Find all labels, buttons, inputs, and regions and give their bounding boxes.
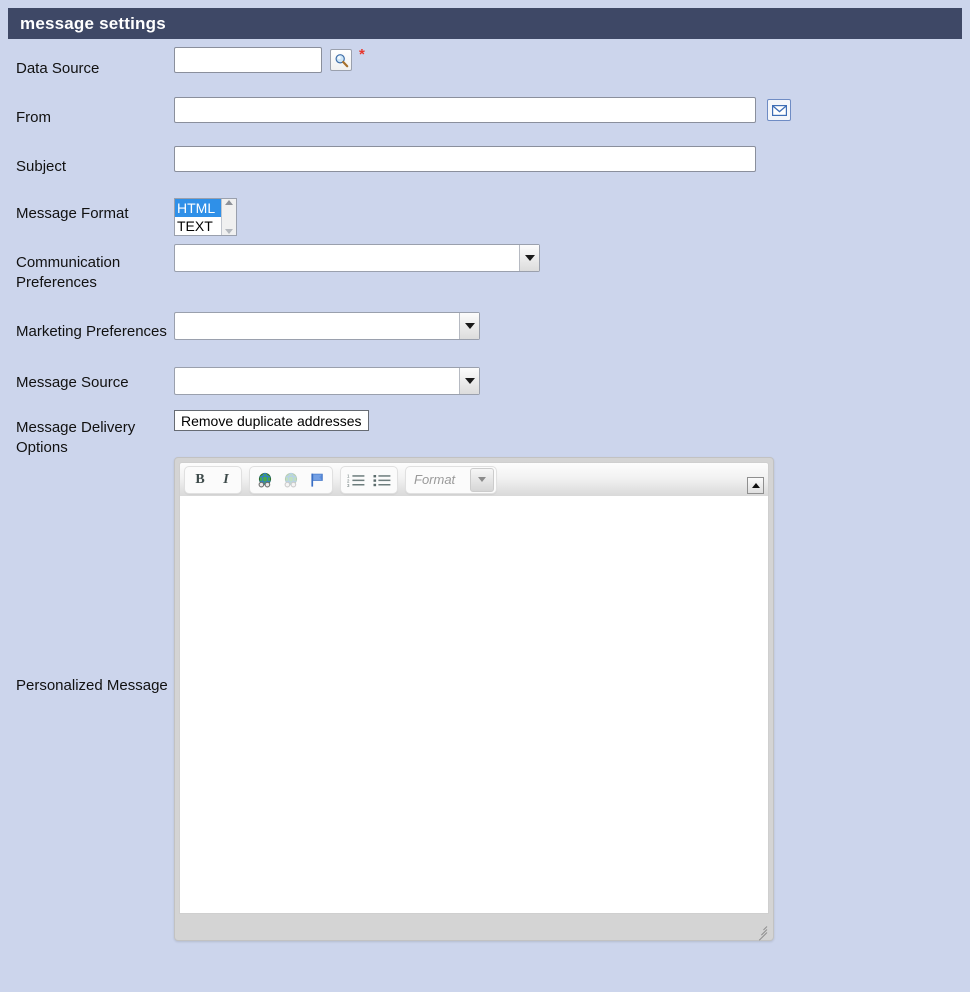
envelope-icon (771, 104, 787, 116)
message-source-value (175, 368, 459, 394)
label-subject: Subject (16, 158, 67, 175)
numbered-list-button[interactable]: 1 2 3 (343, 468, 369, 492)
label-marketing-preferences: Marketing Preferences (16, 323, 167, 340)
from-address-book-button[interactable] (767, 99, 791, 121)
bulleted-list-icon (373, 474, 391, 486)
toolbar-group-links (249, 465, 333, 494)
field-personalized-message: B I 1 2 3 Format (174, 457, 970, 941)
label-message-delivery-options: Message Delivery Options (16, 419, 136, 456)
message-format-listbox[interactable]: HTML TEXT (174, 198, 237, 236)
numbered-list-icon: 1 2 3 (347, 473, 365, 487)
editor-footer (179, 914, 769, 941)
message-format-options: HTML TEXT (175, 199, 221, 235)
rich-text-editor: B I 1 2 3 Format (174, 457, 774, 941)
globe-link-icon (258, 472, 272, 487)
data-source-search-button[interactable] (330, 49, 352, 71)
field-marketing-preferences (174, 312, 970, 340)
chevron-down-icon[interactable] (459, 313, 479, 339)
toolbar-group-lists: 1 2 3 (340, 465, 398, 494)
field-message-source (174, 367, 970, 395)
chevron-down-icon[interactable] (459, 368, 479, 394)
remove-duplicate-addresses-option[interactable]: Remove duplicate addresses (174, 410, 369, 431)
field-communication-preferences (174, 244, 970, 272)
format-dropdown[interactable]: Format (405, 465, 497, 494)
flag-anchor-icon (311, 473, 323, 487)
message-format-option-html[interactable]: HTML (175, 199, 221, 217)
from-input[interactable] (174, 97, 756, 123)
scroll-up-icon[interactable] (225, 200, 233, 205)
marketing-preferences-select[interactable] (174, 312, 480, 340)
search-icon (334, 53, 348, 67)
form-row-communication-preferences: Communication Preferences (0, 244, 970, 312)
form-row-subject: Subject (0, 146, 970, 198)
label-from: From (16, 109, 51, 126)
field-message-delivery-options: Remove duplicate addresses (174, 410, 970, 431)
marketing-preferences-value (175, 313, 459, 339)
globe-unlink-icon (284, 472, 298, 487)
svg-text:3: 3 (347, 483, 350, 487)
insert-anchor-button[interactable] (304, 468, 330, 492)
message-format-scrollbar[interactable] (221, 199, 236, 235)
subject-input[interactable] (174, 146, 756, 172)
form-row-from: From (0, 97, 970, 146)
bold-button[interactable]: B (187, 468, 213, 492)
bulleted-list-button[interactable] (369, 468, 395, 492)
form-row-data-source: Data Source * (0, 47, 970, 97)
label-message-format: Message Format (16, 205, 129, 222)
data-source-input[interactable] (174, 47, 322, 73)
scroll-up-icon (751, 483, 760, 488)
label-personalized-message: Personalized Message (16, 677, 168, 694)
field-message-format: HTML TEXT (174, 198, 970, 236)
remove-link-button[interactable] (278, 468, 304, 492)
chevron-down-icon[interactable] (470, 467, 494, 492)
form-row-message-format: Message Format HTML TEXT (0, 198, 970, 244)
insert-link-button[interactable] (252, 468, 278, 492)
field-data-source: * (174, 47, 970, 73)
scroll-down-icon[interactable] (225, 229, 233, 234)
required-asterisk: * (359, 46, 365, 63)
form-row-message-source: Message Source (0, 367, 970, 410)
toolbar-group-text-style: B I (184, 465, 242, 494)
label-message-source: Message Source (16, 374, 129, 391)
editor-toolbar: B I 1 2 3 Format (179, 462, 769, 496)
chevron-down-icon[interactable] (519, 245, 539, 271)
label-data-source: Data Source (16, 60, 100, 77)
personalized-message-body[interactable] (179, 496, 769, 914)
message-source-select[interactable] (174, 367, 480, 395)
panel-header: message settings (8, 8, 962, 39)
format-dropdown-label: Format (414, 472, 456, 487)
communication-preferences-select[interactable] (174, 244, 540, 272)
form-row-personalized-message: Personalized Message B I 1 2 3 Format (0, 457, 970, 941)
field-from (174, 97, 970, 123)
page-title: message settings (20, 13, 166, 33)
label-communication-preferences: Communication Preferences (16, 254, 121, 291)
form-row-message-delivery-options: Message Delivery Options Remove duplicat… (0, 410, 970, 457)
resize-grip-icon[interactable] (754, 922, 768, 941)
form-row-marketing-preferences: Marketing Preferences (0, 312, 970, 367)
editor-scroll-up-button[interactable] (747, 477, 764, 494)
field-subject (174, 146, 970, 172)
communication-preferences-value (175, 245, 519, 271)
message-settings-form: Data Source * From Subject Message Forma… (0, 47, 970, 941)
message-format-option-text[interactable]: TEXT (175, 217, 221, 235)
italic-button[interactable]: I (213, 468, 239, 492)
